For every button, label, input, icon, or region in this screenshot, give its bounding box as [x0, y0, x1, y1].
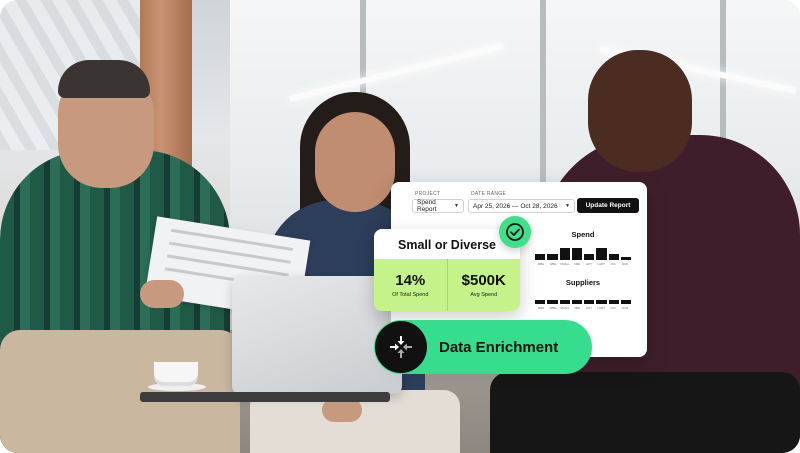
mini-tick-label: LGBT: [597, 262, 605, 266]
mini-tick-label: MBE: [537, 306, 545, 310]
mini-tick-label: WBE: [549, 306, 557, 310]
project-label: PROJECT: [415, 191, 441, 197]
small-or-diverse-title: Small or Diverse: [398, 238, 496, 252]
stat-total-spend: 14% Of Total Spend: [374, 259, 447, 311]
data-enrichment-label: Data Enrichment: [439, 338, 559, 356]
mini-tick-label: MBE: [537, 262, 545, 266]
mini-bar: [620, 257, 631, 260]
mini-bar: [547, 300, 558, 304]
mini-bar: [559, 248, 570, 260]
mini-tick-label: VBE: [573, 262, 580, 266]
mini-tick-label: LGBT: [597, 306, 605, 310]
suppliers-tick-labels: MBE WBE SMALL VBE HPT LGBT DIS HUB: [535, 306, 631, 310]
diverse-stats: 14% Of Total Spend $500K Avg Spend: [374, 259, 520, 311]
mini-bar: [596, 248, 607, 260]
date-range-select[interactable]: Apr 25, 2026 — Oct 28, 2026 ▼: [468, 199, 575, 213]
mini-bar: [535, 254, 546, 260]
project-select-value: Spend Report: [417, 199, 437, 213]
date-range-value: Apr 25, 2026 — Oct 28, 2026: [473, 202, 558, 210]
stat-value: $500K: [461, 272, 506, 289]
mini-tick-label: HPT: [586, 306, 592, 310]
small-or-diverse-card: Small or Diverse 14% Of Total Spend $500…: [374, 229, 520, 311]
person-middle-head: [315, 112, 395, 212]
chevron-down-icon: ▼: [565, 203, 570, 209]
mini-tick-label: DIS: [610, 262, 616, 266]
date-range-label: DATE RANGE: [471, 191, 507, 197]
mini-bar: [596, 300, 607, 304]
project-select[interactable]: Spend Report ▼: [412, 199, 464, 213]
mini-bar: [584, 254, 595, 260]
update-report-button[interactable]: Update Report: [577, 198, 639, 213]
mini-tick-label: VBE: [573, 306, 580, 310]
person-left-hair: [58, 60, 150, 98]
coffee-table: [140, 392, 390, 402]
mini-bar: [608, 254, 619, 260]
mini-tick-label: HUB: [621, 306, 629, 310]
mini-bar: [547, 254, 558, 260]
coffee-cup: [154, 362, 198, 386]
data-enrichment-pill: Data Enrichment: [374, 320, 592, 374]
mini-bar: [559, 300, 570, 304]
check-circle-icon: [499, 216, 531, 248]
mini-tick-label: SMALL: [560, 262, 570, 266]
stat-label: Of Total Spend: [392, 292, 429, 298]
hand: [140, 280, 184, 308]
suppliers-mini-chart: [535, 284, 631, 304]
mini-bar: [608, 300, 619, 304]
stat-avg-spend: $500K Avg Spend: [446, 259, 521, 311]
mini-tick-label: HPT: [586, 262, 592, 266]
mini-bar: [584, 300, 595, 304]
stat-label: Avg Spend: [470, 292, 498, 298]
arrows-converge-icon: [375, 321, 427, 373]
mini-bar: [535, 300, 546, 304]
stat-value: 14%: [395, 272, 426, 289]
spend-mini-chart: [535, 240, 631, 260]
mini-tick-label: DIS: [610, 306, 616, 310]
mini-tick-label: HUB: [621, 262, 629, 266]
person-right-legs: [490, 372, 800, 453]
mini-tick-label: WBE: [549, 262, 557, 266]
mini-tick-label: SMALL: [560, 306, 570, 310]
mini-bar: [571, 248, 582, 260]
mini-bar: [620, 300, 631, 304]
spend-tick-labels: MBE WBE SMALL VBE HPT LGBT DIS HUB: [535, 262, 631, 266]
chevron-down-icon: ▼: [454, 203, 459, 209]
spend-title: Spend: [571, 230, 595, 239]
mini-bar: [571, 300, 582, 304]
person-right-head: [588, 50, 692, 172]
